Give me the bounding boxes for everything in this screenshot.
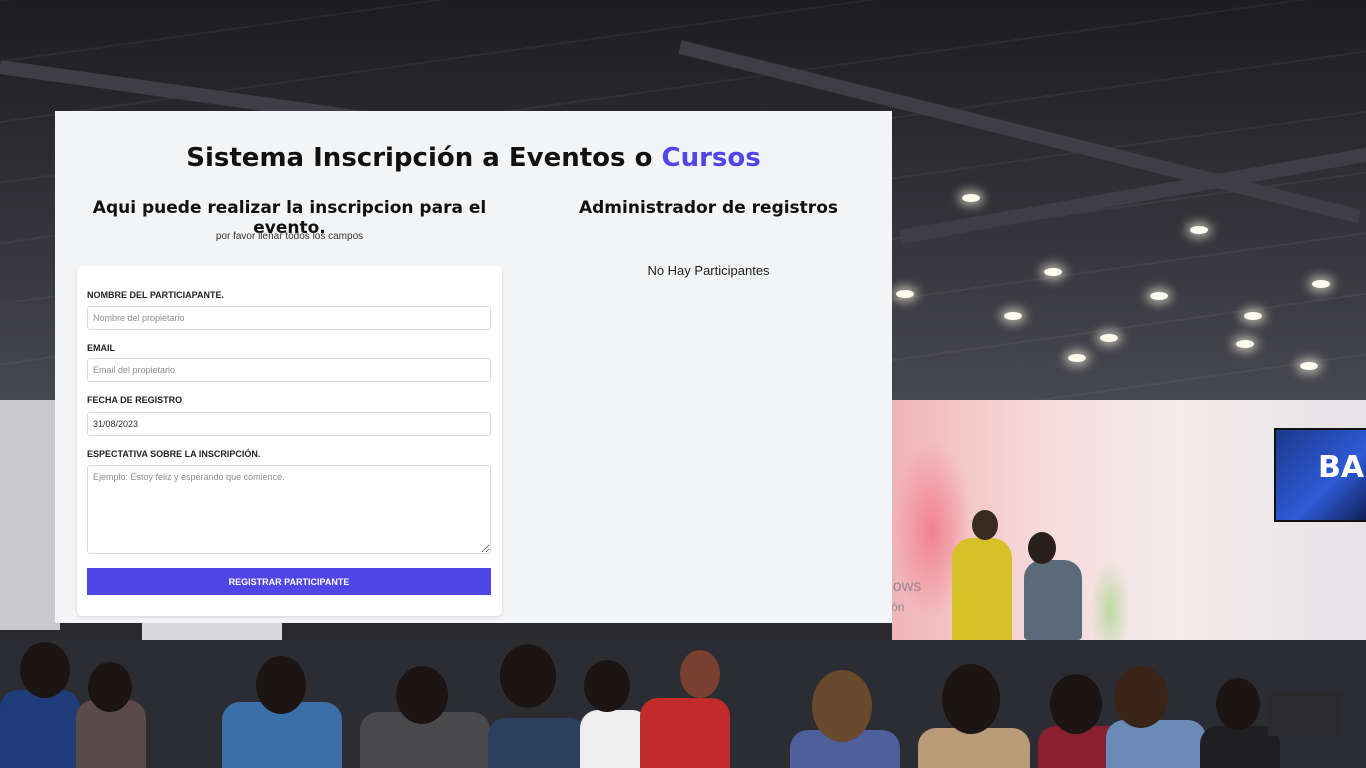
registration-form: NOMBRE DEL PARTICIAPANTE. EMAIL FECHA DE… <box>77 266 502 616</box>
page-title: Sistema Inscripción a Eventos o Cursos <box>55 143 892 173</box>
ceiling-light <box>1004 312 1022 320</box>
ceiling-light <box>1044 268 1062 276</box>
audience-member-head <box>500 644 556 708</box>
audience-member-head <box>88 662 132 712</box>
speaker-man-head <box>972 510 998 540</box>
speaker-woman-head <box>1028 532 1056 564</box>
audience-member <box>1106 720 1206 768</box>
audience-member-head <box>812 670 872 742</box>
ceiling-light <box>1300 362 1318 370</box>
email-label: EMAIL <box>87 343 115 353</box>
expectation-label: ESPECTATIVA SOBRE LA INSCRIPCIÓN. <box>87 449 261 459</box>
audience-member-head <box>1050 674 1102 734</box>
audience-member <box>488 718 588 768</box>
audience-member-head <box>1216 678 1260 730</box>
audience-member-head <box>942 664 1000 734</box>
empty-participants-message: No Hay Participantes <box>647 263 770 278</box>
ceiling-light <box>1244 312 1262 320</box>
date-input[interactable] <box>87 412 491 436</box>
name-input[interactable] <box>87 306 491 330</box>
registration-panel: Sistema Inscripción a Eventos o Cursos A… <box>55 111 892 623</box>
page-title-accent: Cursos <box>661 143 761 173</box>
date-label: FECHA DE REGISTRO <box>87 395 183 405</box>
ceiling-light <box>962 194 980 202</box>
audience-member-head <box>396 666 448 724</box>
name-label: NOMBRE DEL PARTICIAPANTE. <box>87 290 225 300</box>
expectation-textarea[interactable] <box>87 465 491 554</box>
audience-member-head <box>1114 666 1168 728</box>
wall-screen-text: BA <box>1318 450 1365 485</box>
form-subheading: por favor llenar todos los campos <box>215 231 364 242</box>
ceiling-light <box>1150 292 1168 300</box>
admin-heading: Administrador de registros <box>578 198 838 218</box>
audience-member-head <box>256 656 306 714</box>
audience-member-head <box>20 642 70 698</box>
ceiling-light <box>1312 280 1330 288</box>
speaker-woman <box>1024 560 1082 640</box>
audience-member <box>918 728 1030 768</box>
ceiling-light <box>1068 354 1086 362</box>
email-input[interactable] <box>87 358 491 382</box>
ceiling-light <box>1100 334 1118 342</box>
ceiling-light <box>896 290 914 298</box>
page-title-main: Sistema Inscripción a Eventos o <box>186 143 653 173</box>
audience-member <box>640 698 730 768</box>
ceiling-light <box>1236 340 1254 348</box>
register-participant-button[interactable]: REGISTRAR PARTICIPANTE <box>87 568 491 595</box>
audience <box>0 640 1366 768</box>
audience-member <box>0 690 80 768</box>
speaker-amplifier <box>1268 692 1342 736</box>
audience-member-head <box>584 660 630 712</box>
left-wall <box>0 400 60 630</box>
audience-member-head <box>680 650 720 698</box>
ceiling-light <box>1190 226 1208 234</box>
